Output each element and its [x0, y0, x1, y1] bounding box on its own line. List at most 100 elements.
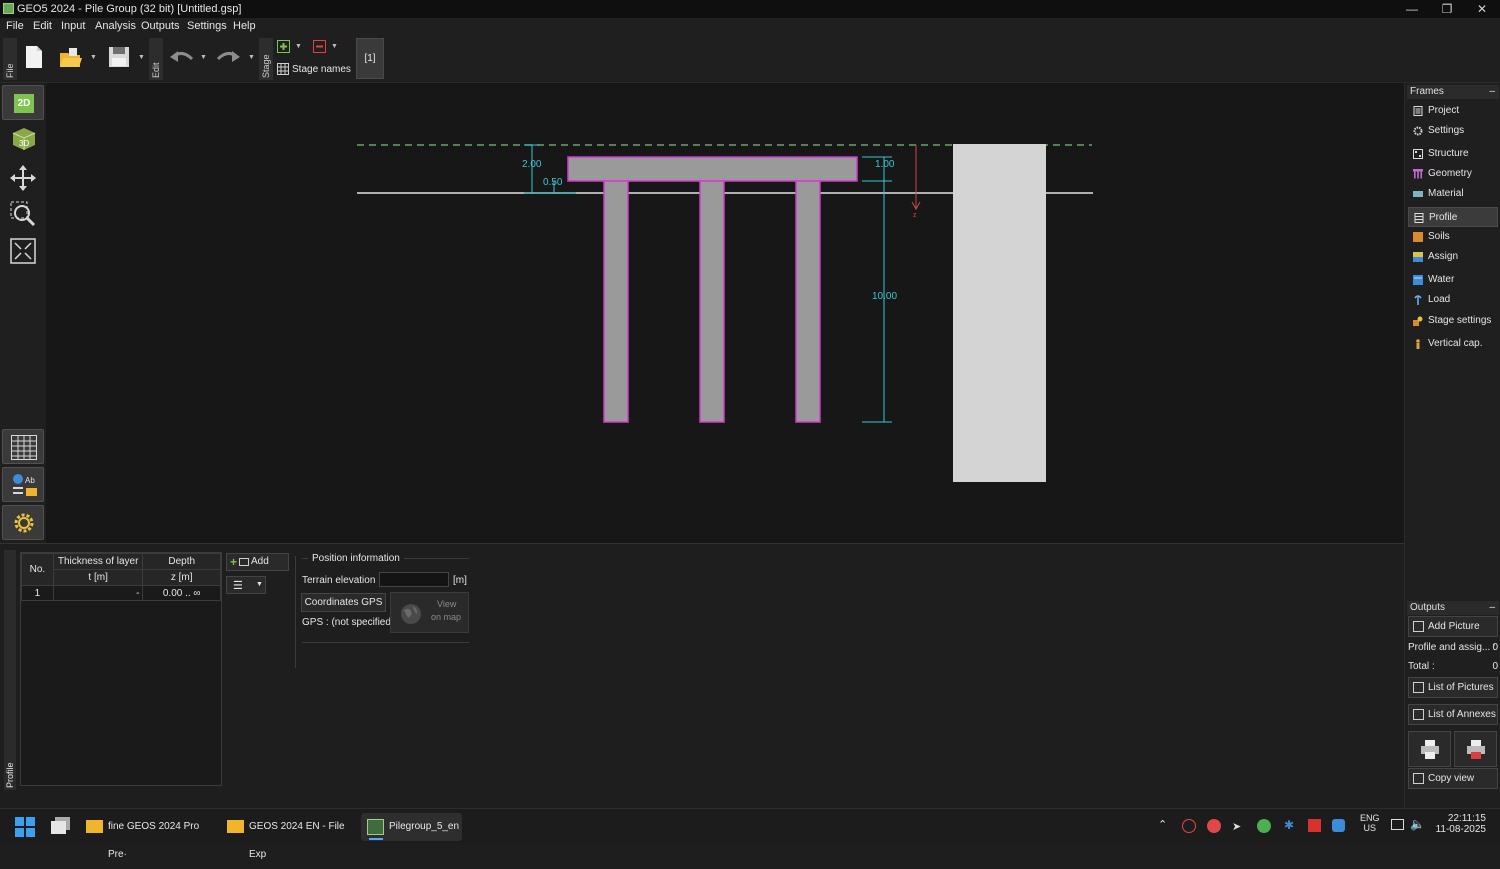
settings-button[interactable]: [2, 505, 44, 540]
restore-button[interactable]: ❐: [1430, 0, 1464, 18]
task-view-icon[interactable]: [51, 817, 71, 835]
list-of-pictures-button[interactable]: List of Pictures: [1408, 677, 1498, 698]
taskbar-app-explorer[interactable]: GEOS 2024 EN - File Exp: [221, 813, 355, 860]
terrain-elevation-input[interactable]: [379, 572, 449, 587]
table-view-button[interactable]: [2, 429, 44, 464]
profile-tab[interactable]: Profile: [4, 550, 16, 790]
stage-1-button[interactable]: [1]: [356, 38, 384, 79]
add-stage-dropdown-icon[interactable]: ▼: [295, 42, 303, 52]
open-folder-icon[interactable]: [59, 47, 83, 69]
frame-settings[interactable]: Settings: [1408, 121, 1498, 141]
move-icon[interactable]: [10, 165, 36, 191]
app-icon: [3, 3, 14, 14]
frame-assign[interactable]: Assign: [1408, 247, 1498, 267]
add-picture-button[interactable]: Add Picture: [1408, 616, 1498, 637]
offset-left-label: 0.50: [543, 177, 563, 188]
redo-dropdown-icon[interactable]: ▼: [248, 53, 256, 63]
undo-dropdown-icon[interactable]: ▼: [200, 53, 208, 63]
pile-3: [795, 180, 821, 423]
drawing-canvas[interactable]: z 2.00 0.50 1.00 10.00: [46, 83, 1404, 543]
frame-structure[interactable]: Structure: [1408, 144, 1498, 164]
view-on-map-button[interactable]: View on map: [390, 592, 469, 633]
taskbar-app-fine[interactable]: fine GEOS 2024 Pro Pre·: [80, 813, 215, 860]
open-dropdown-icon[interactable]: ▼: [90, 53, 98, 63]
collapse-icon[interactable]: –: [1489, 85, 1495, 99]
undo-icon[interactable]: [170, 49, 194, 67]
stage-settings-icon: [1413, 316, 1423, 326]
redo-icon[interactable]: [216, 49, 240, 67]
save-dropdown-icon[interactable]: ▼: [138, 53, 146, 63]
labels-settings-button[interactable]: Ab: [2, 467, 44, 502]
layers-table: No. Thickness of layer Depth t [m] z [m]…: [21, 553, 221, 601]
picture-icon: [1413, 621, 1424, 632]
frame-project[interactable]: Project: [1408, 101, 1498, 121]
frame-profile[interactable]: Profile: [1408, 207, 1498, 227]
view-3d-button[interactable]: 3D: [2, 121, 44, 156]
chevron-up-icon[interactable]: ⌃: [1158, 818, 1167, 831]
input-panel: Profile No. Thickness of layer Depth t […: [0, 543, 1404, 808]
list-of-annexes-button[interactable]: List of Annexes: [1408, 704, 1498, 725]
bluetooth-icon[interactable]: ✱: [1284, 818, 1294, 832]
menu-settings[interactable]: Settings: [187, 20, 227, 32]
zoom-icon[interactable]: [10, 201, 36, 227]
fit-view-icon[interactable]: [10, 238, 36, 264]
tray-app-icon-2[interactable]: [1207, 819, 1221, 833]
frame-load[interactable]: Load: [1408, 290, 1498, 310]
menu-file[interactable]: File: [6, 20, 24, 32]
new-file-icon[interactable]: [24, 45, 44, 69]
frame-geometry[interactable]: Geometry: [1408, 164, 1498, 184]
frame-material[interactable]: Material: [1408, 184, 1498, 204]
col-thickness: Thickness of layer: [52, 553, 144, 570]
list-options-dropdown[interactable]: ☰ ▼: [226, 576, 266, 594]
stage-group-label: Stage: [259, 38, 273, 80]
security-icon[interactable]: [1332, 819, 1345, 832]
frame-soils[interactable]: Soils: [1408, 227, 1498, 247]
tray-app-icon-4[interactable]: [1308, 819, 1321, 832]
add-stage-icon[interactable]: [277, 40, 290, 53]
material-icon: [1413, 191, 1423, 197]
water-icon: [1413, 275, 1423, 285]
total-count-row: Total :0: [1408, 661, 1498, 672]
print-export-button[interactable]: [1454, 731, 1497, 767]
menu-edit[interactable]: Edit: [33, 20, 52, 32]
copy-icon: [1413, 773, 1424, 784]
language-indicator[interactable]: ENG US: [1360, 813, 1380, 833]
pile-2: [699, 180, 725, 423]
edit-group-label: Edit: [149, 38, 163, 80]
toolbar: File ▼ ▼ Edit ▼ ▼ Stage ▼ ▼ Stage names …: [0, 35, 1500, 83]
close-button[interactable]: ✕: [1465, 0, 1499, 18]
menu-analysis[interactable]: Analysis: [95, 20, 136, 32]
copy-view-button[interactable]: Copy view: [1408, 768, 1498, 789]
menu-help[interactable]: Help: [233, 20, 256, 32]
add-layer-button[interactable]: + Add: [226, 553, 289, 571]
table-row[interactable]: 1 - 0.00 .. ∞: [21, 585, 221, 601]
frame-water[interactable]: Water: [1408, 270, 1498, 290]
network-icon[interactable]: [1391, 819, 1404, 830]
load-icon: [1414, 295, 1422, 305]
list-icon: ☰: [233, 580, 243, 592]
clock[interactable]: 22:11:15 11-08-2025: [1432, 813, 1486, 835]
remove-stage-icon[interactable]: [313, 40, 326, 53]
volume-icon[interactable]: 🔈: [1410, 817, 1425, 831]
print-button[interactable]: [1408, 731, 1451, 767]
tray-app-icon-3[interactable]: [1257, 819, 1271, 833]
collapse-icon[interactable]: –: [1489, 601, 1495, 615]
windows-start-icon[interactable]: [15, 817, 35, 837]
telegram-icon[interactable]: ➤: [1232, 820, 1241, 833]
plus-icon: +: [230, 555, 238, 569]
menu-input[interactable]: Input: [61, 20, 85, 32]
view-2d-button[interactable]: 2D: [2, 85, 44, 120]
tray-app-icon-1[interactable]: [1182, 819, 1196, 833]
minimize-button[interactable]: —: [1395, 0, 1429, 18]
svg-text:3D: 3D: [19, 139, 29, 148]
frame-stage-settings[interactable]: Stage settings: [1408, 311, 1498, 331]
left-toolbar: 2D 3D Ab: [0, 83, 46, 543]
frame-vertical-cap[interactable]: Vertical cap.: [1408, 334, 1498, 354]
taskbar-app-pilegroup[interactable]: Pilegroup_5_en: [361, 813, 462, 841]
save-icon[interactable]: [108, 46, 130, 68]
remove-stage-dropdown-icon[interactable]: ▼: [331, 42, 339, 52]
taskbar: fine GEOS 2024 Pro Pre· GEOS 2024 EN - F…: [0, 808, 1500, 860]
menu-outputs[interactable]: Outputs: [141, 20, 180, 32]
stage-names-button[interactable]: Stage names: [292, 64, 351, 75]
coordinates-gps-button[interactable]: Coordinates GPS: [301, 593, 386, 612]
